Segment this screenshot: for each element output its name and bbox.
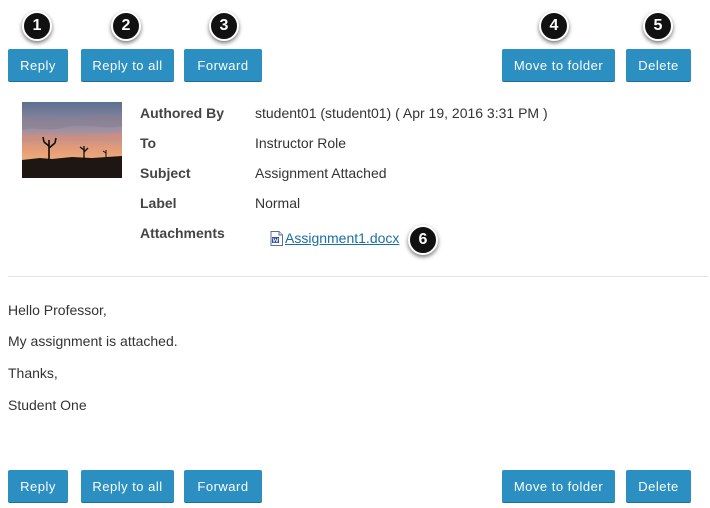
callout-badge-4: 4 (539, 11, 569, 41)
message-body-line: My assignment is attached. (8, 333, 178, 349)
forward-button-bottom[interactable]: Forward (184, 470, 262, 503)
authored-by-label: Authored By (140, 105, 224, 121)
to-label: To (140, 135, 157, 151)
subject-label: Subject (140, 165, 191, 181)
label-value: Normal (255, 195, 301, 211)
delete-button[interactable]: Delete (626, 49, 691, 82)
word-doc-icon (270, 230, 283, 246)
callout-badge-2: 2 (111, 11, 141, 41)
forward-button[interactable]: Forward (184, 49, 262, 82)
to-value: Instructor Role (255, 135, 347, 151)
avatar (22, 102, 122, 178)
label-label: Label (140, 195, 177, 211)
attachments-label: Attachments (140, 225, 225, 241)
move-to-folder-button-bottom[interactable]: Move to folder (502, 470, 615, 503)
authored-by-value: student01 (student01) ( Apr 19, 2016 3:3… (255, 105, 548, 121)
message-body-line: Hello Professor, (8, 302, 107, 318)
reply-button[interactable]: Reply (8, 49, 68, 82)
reply-all-button[interactable]: Reply to all (81, 49, 174, 82)
message-body-line: Student One (8, 397, 87, 413)
callout-badge-1: 1 (22, 11, 52, 41)
callout-badge-6: 6 (408, 225, 438, 255)
delete-button-bottom[interactable]: Delete (626, 470, 691, 503)
move-to-folder-button[interactable]: Move to folder (502, 49, 615, 82)
subject-value: Assignment Attached (255, 165, 387, 181)
attachment-link[interactable]: Assignment1.docx (270, 230, 399, 246)
callout-badge-3: 3 (209, 11, 239, 41)
attachment-filename: Assignment1.docx (285, 230, 400, 246)
callout-badge-5: 5 (643, 11, 673, 41)
reply-button-bottom[interactable]: Reply (8, 470, 68, 503)
divider (8, 276, 708, 277)
message-body-line: Thanks, (8, 365, 58, 381)
reply-all-button-bottom[interactable]: Reply to all (81, 470, 174, 503)
